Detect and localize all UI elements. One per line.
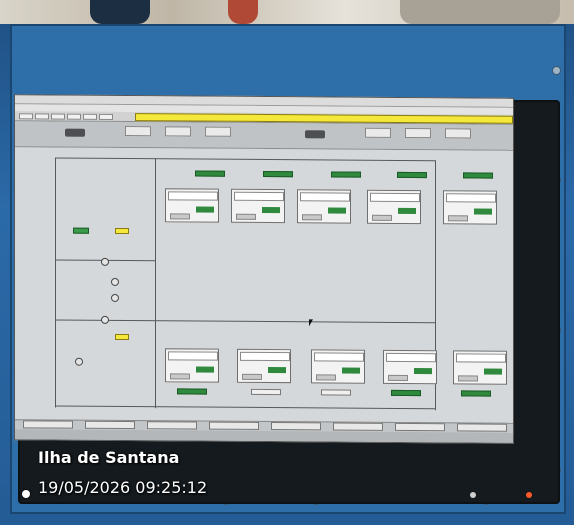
pump-unit[interactable] bbox=[443, 190, 497, 225]
photo: Ilha de Santana 19/05/2026 09:25:12 bbox=[0, 0, 574, 525]
nav-button[interactable] bbox=[209, 421, 259, 430]
ship-icon bbox=[305, 130, 325, 139]
toolbar-button[interactable] bbox=[99, 113, 113, 120]
toolbar-button[interactable] bbox=[67, 113, 81, 120]
pump-unit[interactable] bbox=[311, 349, 365, 384]
pump-unit[interactable] bbox=[237, 348, 291, 384]
pipe bbox=[55, 157, 435, 162]
status-tag bbox=[463, 172, 493, 179]
nav-button[interactable] bbox=[457, 423, 507, 432]
pump-unit[interactable] bbox=[297, 189, 351, 224]
status-tag bbox=[177, 388, 207, 395]
toolbar-button[interactable] bbox=[51, 113, 65, 120]
pump-unit[interactable] bbox=[165, 188, 219, 223]
status-tag bbox=[115, 227, 129, 235]
pipe bbox=[55, 157, 56, 408]
header-value bbox=[445, 128, 471, 139]
valve-icon[interactable] bbox=[111, 277, 119, 286]
nav-button[interactable] bbox=[85, 420, 135, 430]
location-pin-icon bbox=[22, 490, 30, 498]
status-tag bbox=[115, 333, 129, 341]
status-tag bbox=[461, 390, 491, 397]
header-value bbox=[205, 126, 231, 137]
pipe bbox=[155, 158, 156, 409]
pipe bbox=[55, 319, 435, 324]
header-value bbox=[365, 127, 391, 138]
valve-icon[interactable] bbox=[101, 315, 109, 324]
nav-button[interactable] bbox=[395, 422, 445, 432]
header-value bbox=[405, 127, 431, 139]
hmi-screen bbox=[14, 94, 514, 444]
ship-icon bbox=[65, 128, 85, 137]
valve-icon[interactable] bbox=[111, 293, 119, 302]
status-header bbox=[15, 121, 513, 151]
status-tag bbox=[263, 170, 293, 178]
header-value bbox=[165, 126, 191, 137]
ceiling-fixture bbox=[228, 0, 258, 24]
cursor-icon bbox=[309, 319, 317, 327]
toolbar-button[interactable] bbox=[83, 113, 97, 120]
pump-unit[interactable] bbox=[367, 189, 421, 225]
status-tag bbox=[397, 171, 427, 179]
location-caption: Ilha de Santana bbox=[38, 448, 180, 467]
power-led bbox=[526, 492, 532, 498]
timestamp-caption: 19/05/2026 09:25:12 bbox=[38, 478, 208, 497]
nav-button[interactable] bbox=[23, 420, 73, 429]
toolbar-button[interactable] bbox=[35, 113, 49, 120]
status-tag bbox=[391, 389, 421, 397]
nav-button[interactable] bbox=[271, 422, 321, 431]
valve-icon[interactable] bbox=[75, 357, 83, 366]
status-tag bbox=[321, 389, 351, 396]
nav-button[interactable] bbox=[333, 422, 383, 431]
pump-unit[interactable] bbox=[453, 350, 507, 385]
status-tag bbox=[251, 388, 281, 396]
ceiling bbox=[0, 0, 574, 24]
pipe bbox=[55, 405, 435, 410]
status-tag bbox=[73, 227, 89, 234]
status-tag bbox=[195, 170, 225, 177]
pump-unit[interactable] bbox=[383, 349, 437, 385]
nav-button[interactable] bbox=[147, 421, 197, 430]
button-led bbox=[470, 492, 476, 498]
bolt bbox=[552, 66, 561, 75]
ceiling-fixture bbox=[90, 0, 150, 24]
pump-unit[interactable] bbox=[231, 188, 285, 224]
header-value bbox=[125, 126, 151, 137]
status-tag bbox=[331, 171, 361, 178]
ceiling-fixture bbox=[400, 0, 560, 24]
pump-unit[interactable] bbox=[165, 348, 219, 383]
process-mimic bbox=[15, 147, 513, 423]
valve-icon[interactable] bbox=[101, 257, 109, 266]
toolbar-button[interactable] bbox=[19, 113, 33, 120]
